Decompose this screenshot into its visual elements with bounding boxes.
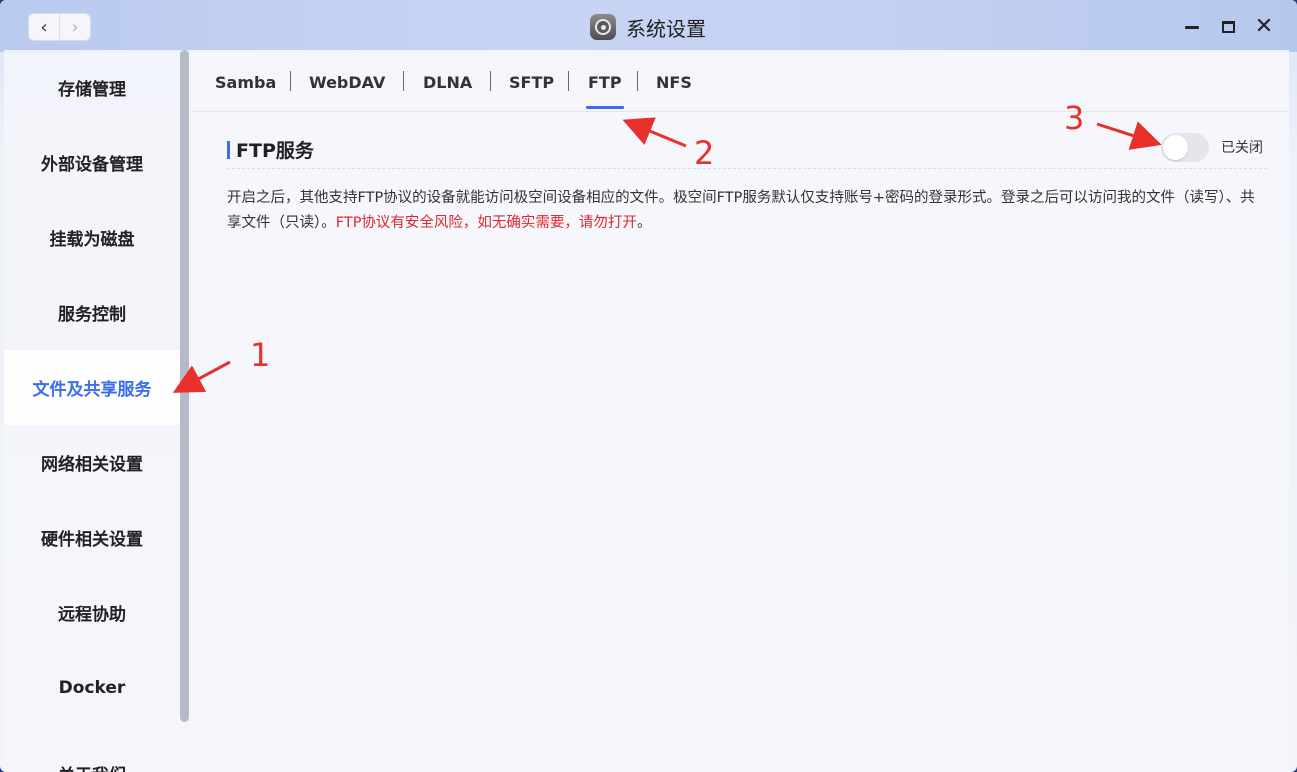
- annotation-arrow-1: [172, 360, 231, 393]
- settings-window: ‹ › 系统设置 ✕ 存储管理 外部设备管理 挂载为磁盘 服务控制 文件及共享服…: [0, 0, 1297, 772]
- annotation-arrow-3: [1096, 121, 1162, 150]
- annotation-arrows: [172, 117, 1162, 393]
- annotation-arrow-2: [622, 117, 687, 148]
